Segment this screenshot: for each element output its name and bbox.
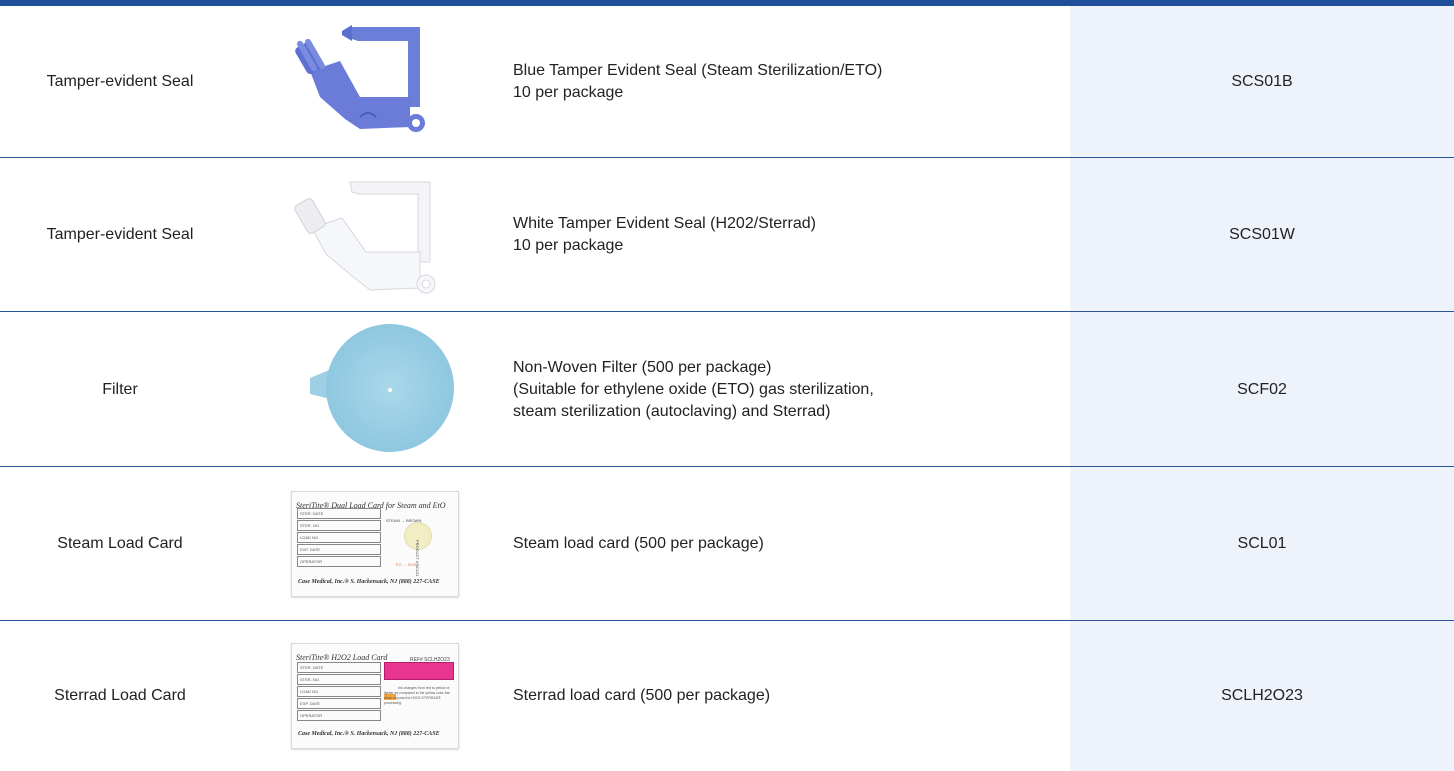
description-line: 10 per package	[513, 84, 624, 101]
card-field: STER. NO.	[297, 520, 381, 531]
blue-tamper-seal-icon	[295, 25, 425, 132]
product-description: White Tamper Evident Seal (H202/Sterrad)…	[513, 213, 816, 257]
table-row: Steam Load Card SteriTite® Dual Load Car…	[0, 467, 1454, 621]
description-line: White Tamper Evident Seal (H202/Sterrad)	[513, 215, 816, 232]
non-woven-filter-image	[260, 312, 490, 467]
sterrad-load-card: SteriTite® H2O2 Load Card REF# SCLH2O23 …	[291, 643, 459, 749]
indicator-note: Ink changes from red to yellow or lighte…	[384, 686, 450, 705]
card-field: EXP. DATE	[297, 544, 381, 555]
product-description: Non-Woven Filter (500 per package) (Suit…	[513, 357, 874, 423]
product-type: Tamper-evident Seal	[46, 73, 194, 90]
description-line: steam sterilization (autoclaving) and St…	[513, 402, 831, 420]
table-row: Filter Non-Woven Filter (500 per package…	[0, 312, 1454, 467]
steam-load-card-image: SteriTite® Dual Load Card for Steam and …	[260, 467, 490, 621]
product-code: SCS01B	[1231, 73, 1293, 90]
product-description: Steam load card (500 per package)	[513, 533, 764, 555]
sterrad-load-card-image: SteriTite® H2O2 Load Card REF# SCLH2O23 …	[260, 621, 490, 771]
indicator-swatch-icon	[384, 662, 454, 680]
product-code: SCS01W	[1229, 226, 1295, 243]
product-code: SCL01	[1237, 535, 1287, 552]
description-line: Non-Woven Filter (500 per package)	[513, 358, 772, 376]
card-field: EXP. DATE	[297, 698, 381, 709]
description-line: Sterrad load card (500 per package)	[513, 687, 771, 704]
card-field: LOAD NO.	[297, 532, 381, 543]
white-tamper-seal-image	[260, 158, 490, 312]
table-row: Sterrad Load Card SteriTite® H2O2 Load C…	[0, 621, 1454, 771]
card-field: LOAD NO.	[297, 686, 381, 697]
white-tamper-seal-icon	[294, 181, 436, 294]
table-row: Tamper-evident Seal White Tamper Evident…	[0, 158, 1454, 312]
description-line: 10 per package	[513, 237, 624, 254]
card-footer: Case Medical, Inc.® S. Hackensack, NJ (8…	[298, 579, 440, 585]
description-line: Blue Tamper Evident Seal (Steam Steriliz…	[513, 62, 883, 79]
product-type: Steam Load Card	[57, 535, 183, 552]
card-field: STER. DATE	[297, 508, 381, 519]
card-field: OPERATOR	[297, 556, 381, 567]
blue-tamper-seal-image	[260, 6, 490, 158]
card-field: OPERATOR	[297, 710, 381, 721]
filter-icon	[310, 323, 454, 452]
product-code: SCLH2O23	[1221, 687, 1303, 704]
card-field: STER. DATE	[297, 662, 381, 673]
product-description: Sterrad load card (500 per package)	[513, 685, 770, 707]
product-type: Filter	[102, 380, 138, 398]
table-row: Tamper-evident Seal Blue Tamper Evident …	[0, 6, 1454, 158]
description-line: Steam load card (500 per package)	[513, 535, 764, 552]
product-type: Tamper-evident Seal	[46, 226, 194, 243]
description-line: (Suitable for ethylene oxide (ETO) gas s…	[513, 380, 874, 398]
product-description: Blue Tamper Evident Seal (Steam Steriliz…	[513, 60, 882, 104]
product-code: SCF02	[1237, 380, 1287, 398]
product-table-page: Tamper-evident Seal Blue Tamper Evident …	[0, 0, 1454, 771]
product-type: Sterrad Load Card	[54, 687, 186, 704]
card-footer: Case Medical, Inc.® S. Hackensack, NJ (8…	[298, 731, 440, 737]
steam-load-card: SteriTite® Dual Load Card for Steam and …	[291, 491, 459, 597]
card-field: STER. NO.	[297, 674, 381, 685]
